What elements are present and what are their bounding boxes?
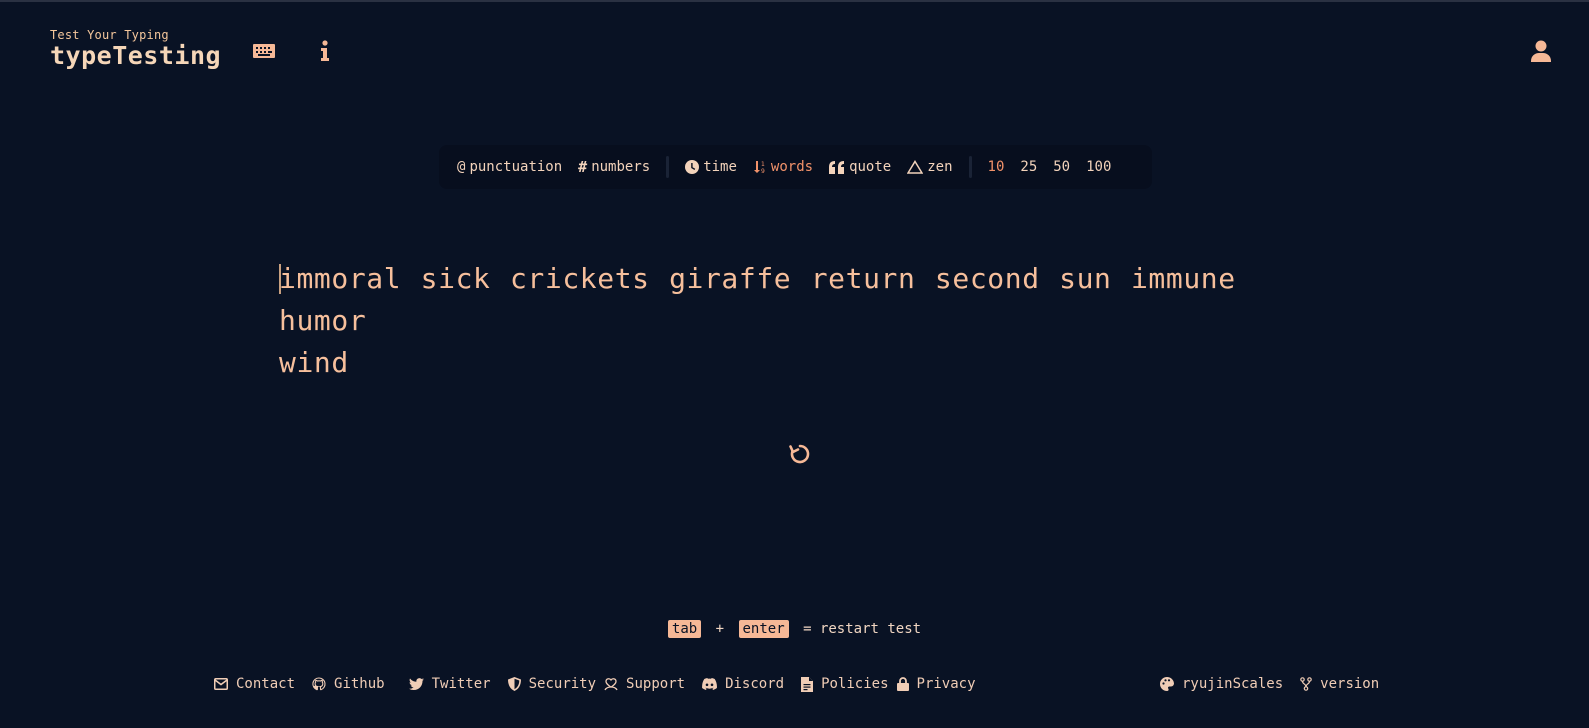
count-10[interactable]: 10 [980,145,1013,189]
user-icon[interactable] [1529,38,1553,64]
theme-label: ryujinScales [1182,676,1284,692]
separator [968,156,972,178]
mode-label: zen [927,159,953,175]
count-100[interactable]: 100 [1078,145,1119,189]
brand[interactable]: Test Your Typing typeTesting [50,28,221,70]
footer-link-label: Policies [821,676,889,692]
toggle-label: punctuation [469,159,563,175]
footer-link-label: Contact [236,676,296,692]
footer-link-label: Github [334,676,385,692]
footer-links: Contact Github Twitter Security Support … [214,676,993,692]
info-icon[interactable] [312,38,338,64]
version-label: version [1320,676,1380,692]
twitter-icon [408,678,424,690]
plus-sign: + [715,621,725,637]
code-branch-icon [1300,677,1312,691]
footer-github[interactable]: Github [312,676,385,692]
restart-icon [789,444,810,464]
mode-label: quote [849,159,892,175]
mail-icon [214,678,228,690]
footer-link-label: Support [626,676,686,692]
clock-icon [685,160,700,174]
keyboard-icon[interactable] [251,38,277,64]
sort-numeric-icon: 19 [753,161,765,174]
github-icon [312,677,326,691]
mode-words[interactable]: 19 words [745,145,821,189]
enter-key: enter [738,620,789,638]
triangle-icon [907,160,924,174]
donate-icon [604,678,618,691]
count-25[interactable]: 25 [1012,145,1045,189]
footer-link-label: Twitter [431,676,491,692]
restart-hint: tab + enter = restart test [0,620,1589,638]
restart-button[interactable] [786,440,814,468]
footer-policies[interactable]: Policies [801,676,889,692]
brand-subtitle: Test Your Typing [50,28,169,42]
words-line: immoral sick crickets giraffe return sec… [279,262,1236,337]
hint-text: = restart test [803,621,922,637]
version-button[interactable]: version [1300,676,1379,692]
separator [666,156,670,178]
toggle-punctuation[interactable]: @ punctuation [449,145,570,189]
document-icon [801,676,814,692]
footer-support[interactable]: Support [604,676,685,692]
mode-label: time [703,159,737,175]
palette-icon [1160,677,1174,691]
quote-icon [829,160,845,174]
footer-twitter[interactable]: Twitter [408,676,491,692]
mode-zen[interactable]: zen [899,145,960,189]
toggle-label: numbers [591,159,651,175]
footer-discord[interactable]: Discord [702,676,784,692]
hash-icon: # [578,158,588,176]
svg-text:1: 1 [761,161,765,168]
mode-quote[interactable]: quote [821,145,899,189]
window-top-border [0,0,1589,2]
svg-text:9: 9 [761,168,765,174]
shield-icon [507,677,521,691]
footer-link-label: Security [528,676,597,692]
discord-icon [702,678,718,690]
brand-title: typeTesting [50,41,222,70]
test-config-bar: @ punctuation # numbers time 19 words qu… [439,145,1152,189]
at-icon: @ [457,159,466,175]
footer-link-label: Discord [725,676,785,692]
footer-link-label: Privacy [916,676,976,692]
mode-time[interactable]: time [677,145,745,189]
footer-contact[interactable]: Contact [214,676,295,692]
footer-right: ryujinScales version [1160,676,1396,692]
count-50[interactable]: 50 [1045,145,1078,189]
footer-security[interactable]: Security [507,676,597,692]
lock-icon [896,677,909,691]
words-display[interactable]: immoral sick crickets giraffe return sec… [279,258,1319,384]
words-line: wind [279,346,349,379]
mode-label: words [770,159,814,175]
footer-privacy[interactable]: Privacy [896,676,976,692]
toggle-numbers[interactable]: # numbers [570,145,658,189]
tab-key: tab [667,620,702,638]
theme-button[interactable]: ryujinScales [1160,676,1283,692]
